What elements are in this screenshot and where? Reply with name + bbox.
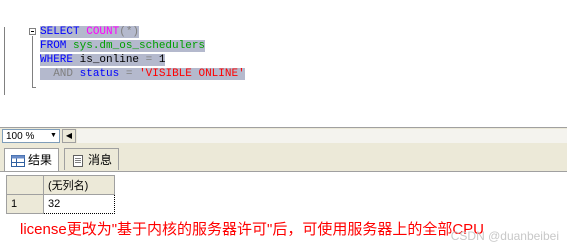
code-line-3: WHERE is_online = 1 [40, 54, 166, 66]
editor-status-bar: 100 % ▼ ◀ [0, 127, 567, 145]
table-cell[interactable]: 32 [43, 194, 115, 214]
code-line-4: AND status = 'VISIBLE ONLINE' [40, 67, 245, 81]
sql-code[interactable]: SELECT COUNT(*) FROM sys.dm_os_scheduler… [40, 25, 245, 81]
tab-messages[interactable]: 消息 [64, 148, 120, 170]
collapse-icon[interactable] [29, 28, 36, 35]
chevron-down-icon[interactable]: ▼ [49, 131, 58, 141]
table-header-row: (无列名) [6, 175, 115, 195]
zoom-select[interactable]: 100 % ▼ [2, 129, 60, 143]
results-tab-bar: 结果 消息 [0, 145, 567, 172]
document-icon [73, 154, 83, 167]
query-editor[interactable]: SELECT COUNT(*) FROM sys.dm_os_scheduler… [0, 0, 567, 127]
table-row: 1 32 [6, 194, 115, 214]
results-table: (无列名) 1 32 [6, 175, 115, 214]
tab-messages-label: 消息 [88, 153, 113, 167]
watermark: CSDN @duanbeibei [450, 229, 559, 243]
grid-corner[interactable] [6, 175, 44, 195]
editor-gutter [4, 27, 5, 95]
row-number[interactable]: 1 [6, 194, 44, 214]
annotation-text: license更改为"基于内核的服务器许可"后，可使用服务器上的全部CPU [20, 221, 485, 238]
fold-guide [32, 36, 33, 88]
column-header[interactable]: (无列名) [43, 175, 115, 195]
grid-icon [11, 154, 25, 167]
zoom-value: 100 % [6, 131, 35, 142]
code-line-2: FROM sys.dm_os_schedulers [40, 40, 206, 52]
tab-results[interactable]: 结果 [4, 148, 60, 171]
scroll-left-button[interactable]: ◀ [62, 129, 76, 143]
code-line-1: SELECT COUNT(*) [40, 26, 140, 38]
tab-results-label: 结果 [28, 153, 53, 167]
horizontal-scrollbar[interactable] [77, 129, 567, 143]
fold-guide-end [32, 87, 36, 88]
